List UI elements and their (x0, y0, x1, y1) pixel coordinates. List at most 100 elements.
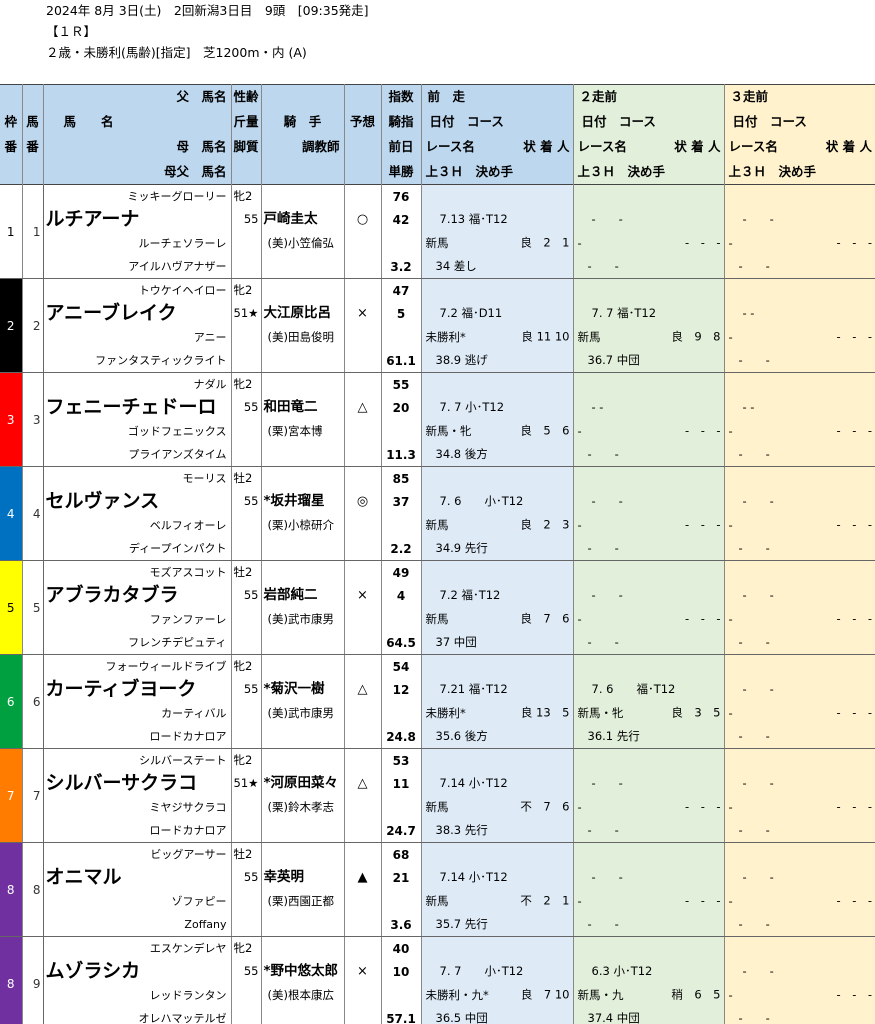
race-date-course: - - (573, 208, 725, 232)
race-date-course: - - (724, 584, 875, 608)
horse-name: シルバーサクラコ (43, 772, 232, 796)
horse-number: 9 (22, 936, 44, 1024)
horse-number: 2 (22, 278, 44, 373)
table-row-part: アブラカタブラ 55 岩部純二 × 4 7.2 福･T12- -- - (0, 584, 875, 608)
race-name: - (728, 517, 733, 532)
last-3f: 34 差し (421, 255, 574, 279)
last-3f: 36.1 先行 (573, 725, 725, 749)
race-date-course: - - (573, 772, 725, 796)
entry-table: 父 馬名 性齢 指数 前 走 ２走前 ３走前 枠 馬 馬 名 斤量 騎 手 予想… (0, 84, 875, 1024)
waku-number: 7 (0, 748, 23, 843)
sex-age: 牡2 (231, 466, 262, 490)
last-3f: - - (724, 1007, 875, 1024)
race-info: 新馬 良 2 1 (421, 231, 574, 255)
carried-weight: 51★ (231, 772, 262, 796)
horse-name: オニマル (43, 866, 232, 890)
sire-name: シルバーステート (43, 748, 232, 772)
carried-weight: 51★ (231, 302, 262, 326)
trainer-name: (美)武市康男 (261, 607, 345, 631)
race-name: - (728, 799, 733, 814)
dam-name: ゾファピー (43, 889, 232, 913)
jockey-index: 20 (381, 396, 422, 420)
race-info: 未勝利* 良 13 5 (421, 701, 574, 725)
jockey-name: 和田竜二 (261, 396, 345, 420)
table-row-part: アイルハヴアナザー 3.2 34 差し - -- - (0, 255, 875, 279)
damsire-name: ロードカナロア (43, 819, 232, 843)
race-name: 未勝利* (425, 705, 466, 720)
horse-number: 8 (22, 842, 44, 937)
jockey-name: 大江原比呂 (261, 302, 345, 326)
sex-age: 牝2 (231, 278, 262, 302)
carried-weight: 55 (231, 960, 262, 984)
race-name: - (728, 235, 733, 250)
prediction-mark: × (344, 302, 382, 326)
race-info: -- - - (724, 231, 875, 255)
race-name: - (577, 517, 582, 532)
race-date-course: 6.3 小･T12 (573, 960, 725, 984)
race-name: 未勝利・九* (425, 987, 489, 1002)
sire-name: ナダル (43, 372, 232, 396)
race-date-course: - - (573, 490, 725, 514)
race-name: - (577, 893, 582, 908)
race-date-course: - - (724, 396, 875, 420)
last-3f: 37.4 中団 (573, 1007, 725, 1024)
table-row-part: オレハマッテルゼ 57.1 36.5 中団 37.4 中団 - - (0, 1007, 875, 1024)
trainer-name: (美)小笠倫弘 (261, 231, 345, 255)
win-odds: 24.8 (381, 725, 422, 749)
race-date-course: 7. 6 小･T12 (421, 490, 574, 514)
race-result: - - - (836, 423, 872, 438)
sex-age: 牝2 (231, 654, 262, 678)
table-row-part: アニー (美)田島俊明 未勝利* 良 11 10 新馬 良 9 8- - - - (0, 325, 875, 349)
dam-name: ベルフィオーレ (43, 513, 232, 537)
trainer-name: (栗)小椋研介 (261, 513, 345, 537)
prediction-mark: △ (344, 396, 382, 420)
last-3f: - - (724, 443, 875, 467)
race-date-course: 7.2 福･T12 (421, 584, 574, 608)
table-row-part: プライアンズタイム 11.3 34.8 後方 - -- - (0, 443, 875, 467)
race-date-course: - - (573, 584, 725, 608)
table-row-part: ロードカナロア 24.7 38.3 先行 - -- - (0, 819, 875, 843)
last-3f: 34.8 後方 (421, 443, 574, 467)
sex-age: 牝2 (231, 184, 262, 208)
race-info: -- - - (573, 419, 725, 443)
table-row: 2 2 トウケイヘイロー 牝2 47 (0, 278, 875, 373)
race-info: 新馬 不 2 1 (421, 889, 574, 913)
last-3f: - - (724, 725, 875, 749)
horse-name: ムゾラシカ (43, 960, 232, 984)
table-row: 6 6 フォーウィールドライブ 牝2 54 (0, 654, 875, 749)
horse-number: 4 (22, 466, 44, 561)
table-row-part: レッドランタン (美)根本康広 未勝利・九* 良 7 10 新馬・九 稍 6 5- - - … (0, 983, 875, 1007)
win-odds: 2.2 (381, 537, 422, 561)
race-result: - - - (685, 799, 721, 814)
race-name: - (577, 235, 582, 250)
table-row-part: セルヴァンス 55 *坂井瑠星 ◎ 37 7. 6 小･T12- -- - (0, 490, 875, 514)
jockey-index: 10 (381, 960, 422, 984)
race-info: -- - - (724, 889, 875, 913)
last-3f: - - (573, 819, 725, 843)
race-result: 良 11 10 (521, 329, 570, 344)
table-row-part: アニーブレイク 51★ 大江原比呂 × 5 7.2 福･D11 7. 7 福･T12- - (0, 302, 875, 326)
race-result: - - - (836, 517, 872, 532)
race-info: 新馬 良 7 6 (421, 607, 574, 631)
race-name: - (577, 423, 582, 438)
race-info: -- - - (724, 983, 875, 1007)
race-date-course: - - (724, 490, 875, 514)
race-date-course: 7.14 小･T12 (421, 866, 574, 890)
win-odds: 24.7 (381, 819, 422, 843)
last-3f: - - (573, 631, 725, 655)
race-date-course: - - (573, 396, 725, 420)
entries-body: 1 1 ミッキーグローリー 牝2 76 ルチアーナ 55 戸崎圭太 ○ 42 7.13 福･T12-… (0, 184, 875, 1024)
sire-name: モーリス (43, 466, 232, 490)
race-info: -- - - (573, 513, 725, 537)
prediction-mark: × (344, 960, 382, 984)
waku-number: 2 (0, 278, 23, 373)
race-name: - (728, 611, 733, 626)
race-date-course: 7. 7 福･T12 (573, 302, 725, 326)
race-date-course: 7. 7 小･T12 (421, 396, 574, 420)
race-name: 新馬・九 (577, 987, 624, 1002)
last-3f: - - (724, 631, 875, 655)
race-result: - - - (836, 329, 872, 344)
last-3f: - - (724, 255, 875, 279)
horse-number: 5 (22, 560, 44, 655)
table-row-part: ルチアーナ 55 戸崎圭太 ○ 42 7.13 福･T12- -- - (0, 208, 875, 232)
